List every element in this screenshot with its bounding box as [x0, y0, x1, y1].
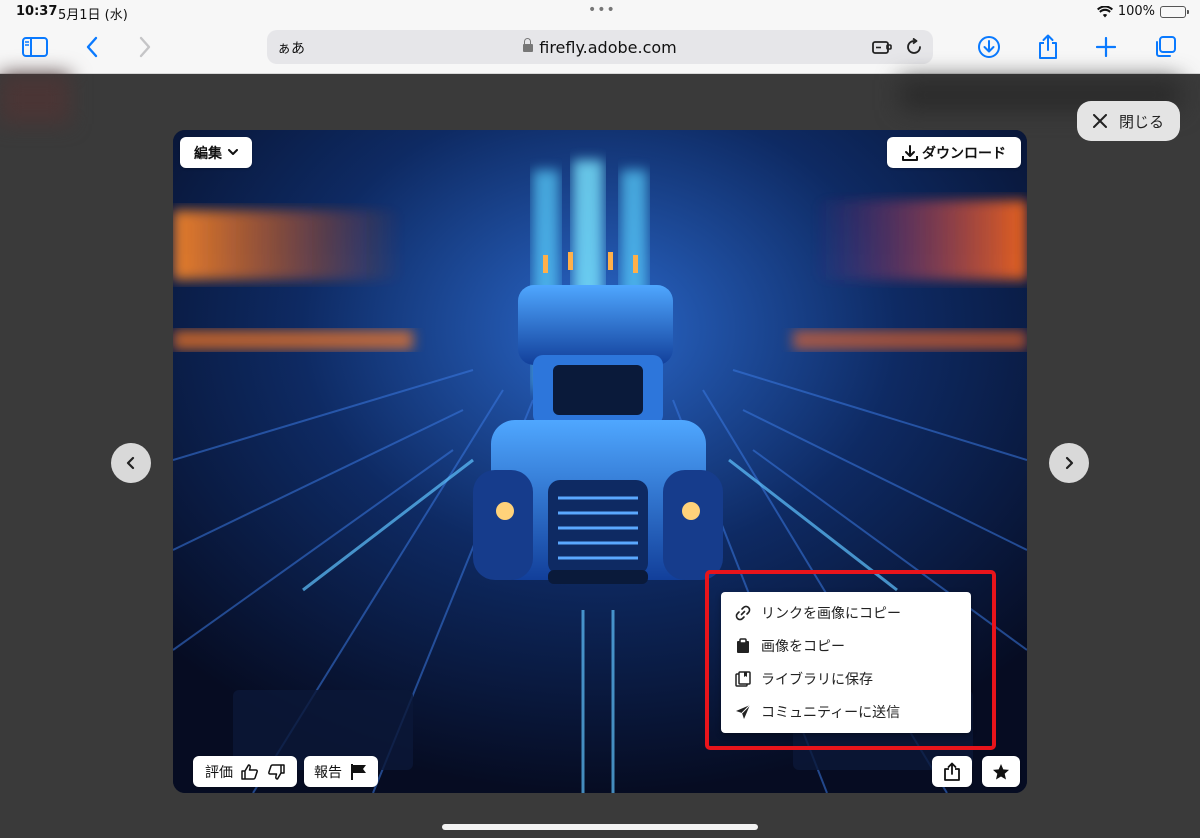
battery-icon [1160, 5, 1189, 18]
url-field[interactable]: firefly.adobe.com [267, 38, 933, 57]
close-icon [1092, 114, 1107, 128]
browser-toolbar: ぁあ firefly.adobe.com [0, 24, 1200, 74]
chevron-down-icon [228, 149, 238, 155]
background-content [0, 74, 70, 124]
share-icon [944, 762, 960, 781]
previous-image-button[interactable] [111, 443, 151, 483]
address-bar[interactable]: ぁあ firefly.adobe.com [267, 30, 933, 64]
edit-button[interactable]: 編集 [180, 137, 252, 168]
download-icon[interactable] [972, 32, 1006, 62]
share-menu: リンクを画像にコピー 画像をコピー ライブラリに保存 コミュニティーに送信 [721, 592, 971, 733]
battery-percent: 100% [1117, 4, 1155, 19]
clipboard-icon [737, 637, 749, 653]
forward-icon[interactable] [128, 32, 162, 62]
report-button[interactable]: 報告 [304, 756, 378, 787]
lock-icon [523, 38, 534, 52]
thumbs-down-icon[interactable] [267, 763, 285, 781]
wifi-icon [1096, 5, 1113, 17]
library-icon [735, 670, 751, 687]
status-time: 10:37 [16, 4, 58, 19]
menu-item-label: リンクを画像にコピー [761, 605, 901, 622]
thumbs-up-icon[interactable] [241, 763, 259, 781]
download-label: ダウンロード [922, 145, 1006, 162]
download-button[interactable]: ダウンロード [887, 137, 1021, 168]
link-icon [735, 605, 751, 620]
menu-item-copy-link[interactable]: リンクを画像にコピー [721, 596, 971, 629]
report-label: 報告 [314, 764, 342, 781]
edit-label: 編集 [194, 145, 222, 162]
share-button[interactable] [932, 756, 972, 787]
url-text: firefly.adobe.com [539, 38, 677, 57]
star-icon [993, 763, 1009, 779]
tabs-icon[interactable] [1148, 32, 1182, 62]
menu-item-copy-image[interactable]: 画像をコピー [721, 629, 971, 662]
rate-label: 評価 [205, 764, 233, 781]
flag-icon [351, 763, 366, 780]
home-indicator[interactable] [442, 824, 758, 830]
multitasking-dots-icon[interactable]: ••• [588, 2, 616, 18]
menu-item-send-community[interactable]: コミュニティーに送信 [721, 695, 971, 728]
share-icon[interactable] [1031, 32, 1065, 62]
back-icon[interactable] [75, 32, 109, 62]
next-image-button[interactable] [1049, 443, 1089, 483]
sidebar-icon[interactable] [18, 32, 52, 62]
close-button[interactable]: 閉じる [1077, 101, 1180, 141]
download-icon [902, 144, 918, 161]
send-icon [736, 704, 751, 719]
chevron-right-icon [1065, 456, 1074, 470]
rate-control: 評価 [193, 756, 297, 787]
reload-icon[interactable] [905, 37, 923, 60]
close-label: 閉じる [1118, 112, 1164, 131]
chevron-left-icon [126, 456, 135, 470]
favorite-button[interactable] [982, 756, 1020, 787]
extension-icon[interactable] [871, 38, 893, 60]
new-tab-icon[interactable] [1089, 32, 1123, 62]
status-right: 100% [1096, 4, 1189, 19]
menu-item-save-library[interactable]: ライブラリに保存 [721, 662, 971, 695]
menu-item-label: ライブラリに保存 [761, 671, 873, 688]
menu-item-label: 画像をコピー [761, 638, 845, 655]
status-date: 5月1日 (水) [58, 8, 128, 23]
menu-item-label: コミュニティーに送信 [761, 704, 901, 721]
status-bar: 10:37 5月1日 (水) ••• 100% [0, 0, 1200, 24]
